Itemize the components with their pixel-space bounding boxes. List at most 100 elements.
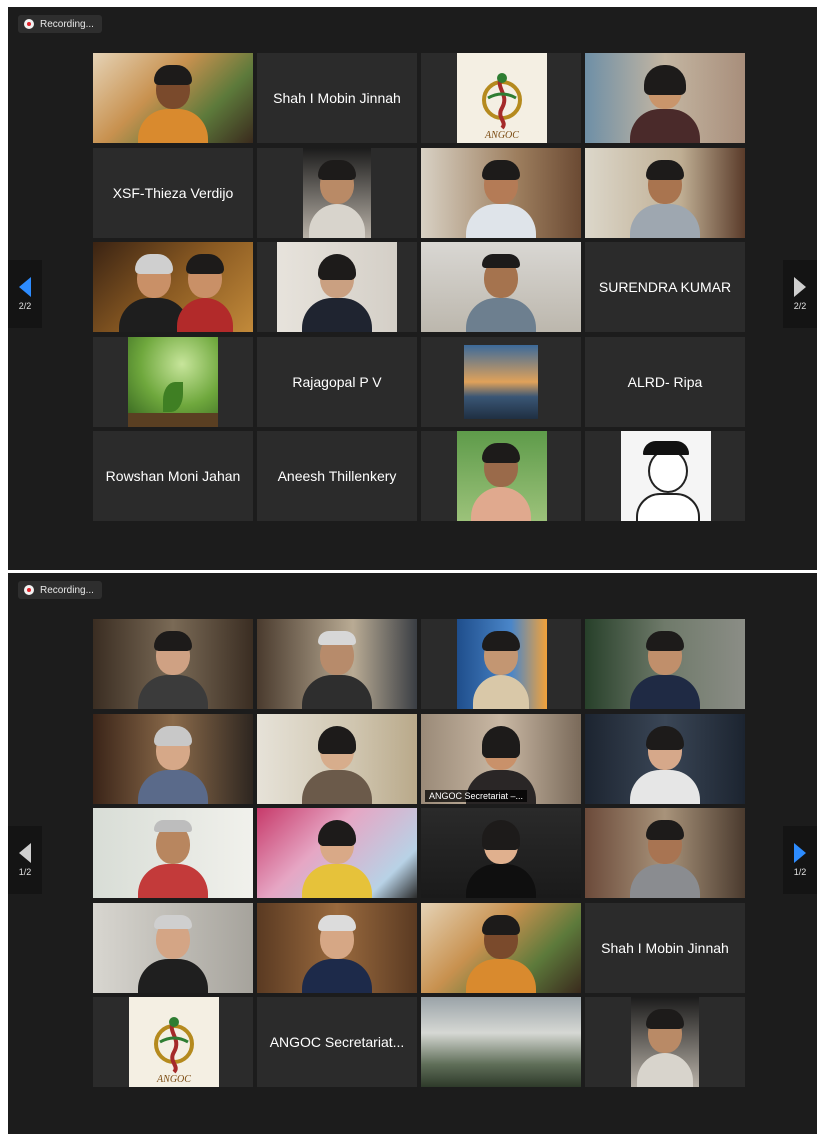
participant-silhouette: [630, 156, 700, 238]
participant-video[interactable]: [421, 903, 581, 993]
participant-video[interactable]: [257, 148, 417, 238]
participant-silhouette: [302, 911, 372, 993]
participant-video[interactable]: [93, 619, 253, 709]
previous-page-button[interactable]: 1/2: [8, 826, 42, 894]
participant-video[interactable]: [257, 903, 417, 993]
participant-name: Shah I Mobin Jinnah: [273, 90, 401, 106]
participant-video[interactable]: [421, 619, 581, 709]
participant-silhouette: [466, 156, 536, 238]
participant-silhouette: [177, 250, 233, 332]
participant-name: Rowshan Moni Jahan: [105, 468, 241, 484]
participant-silhouette: [637, 1005, 693, 1087]
next-page-button[interactable]: 2/2: [783, 260, 817, 328]
participant-video[interactable]: [93, 242, 253, 332]
participant-name: ANGOC Secretariat...: [269, 1034, 405, 1050]
participant-video[interactable]: [585, 148, 745, 238]
arrow-right-icon: [794, 277, 806, 297]
participant-silhouette: [630, 61, 700, 143]
participant-video[interactable]: [257, 714, 417, 804]
angoc-logo: ANGOC: [457, 53, 547, 143]
participant-video[interactable]: [93, 808, 253, 898]
participant-tile[interactable]: Rowshan Moni Jahan: [93, 431, 253, 521]
recording-indicator: Recording...: [18, 581, 102, 599]
participant-silhouette: [630, 722, 700, 804]
participant-video[interactable]: [421, 242, 581, 332]
participant-name: ALRD- Ripa: [627, 374, 703, 390]
participant-tile[interactable]: Rajagopal P V: [257, 337, 417, 427]
landscape-video: [421, 997, 581, 1087]
participant-silhouette: [302, 250, 372, 332]
participant-video[interactable]: [257, 242, 417, 332]
participant-silhouette: [630, 627, 700, 709]
participant-tile[interactable]: ANGOC: [421, 53, 581, 143]
record-icon: [24, 585, 34, 595]
participant-silhouette: [473, 627, 529, 709]
recording-label: Recording...: [40, 18, 94, 30]
page-indicator: 1/2: [18, 867, 32, 877]
angoc-emblem-icon: [154, 1017, 194, 1074]
participant-silhouette: [471, 439, 531, 521]
participant-video[interactable]: [93, 53, 253, 143]
participant-silhouette: [138, 61, 208, 143]
participant-video[interactable]: [93, 903, 253, 993]
sunset-avatar: [464, 345, 538, 419]
participant-silhouette: [138, 722, 208, 804]
participant-name: SURENDRA KUMAR: [598, 279, 732, 295]
previous-page-button[interactable]: 2/2: [8, 260, 42, 328]
next-page-button[interactable]: 1/2: [783, 826, 817, 894]
participant-video[interactable]: [421, 148, 581, 238]
participant-video[interactable]: [585, 53, 745, 143]
participant-name: Aneesh Thillenkery: [277, 468, 397, 484]
participant-video[interactable]: [585, 619, 745, 709]
angoc-emblem-icon: [482, 73, 522, 130]
participant-video[interactable]: [257, 619, 417, 709]
participant-silhouette: [302, 816, 372, 898]
participant-silhouette: [630, 816, 700, 898]
participant-tile[interactable]: [93, 337, 253, 427]
participant-video[interactable]: [421, 808, 581, 898]
participant-name: Rajagopal P V: [292, 374, 382, 390]
page-indicator: 2/2: [793, 301, 807, 311]
participant-name: XSF-Thieza Verdijo: [112, 185, 234, 201]
participant-tile[interactable]: [585, 431, 745, 521]
meeting-gallery-page-2: Recording... Shah I Mobin Jinnah ANGOC X…: [8, 7, 817, 570]
arrow-right-icon: [794, 843, 806, 863]
participant-video[interactable]: [585, 808, 745, 898]
page-indicator: 2/2: [18, 301, 32, 311]
participant-silhouette: [309, 156, 365, 238]
participant-silhouette: [466, 911, 536, 993]
recording-indicator: Recording...: [18, 15, 102, 33]
participant-silhouette: [138, 816, 208, 898]
participant-silhouette: [466, 816, 536, 898]
plant-avatar: [128, 337, 218, 427]
active-speaker-tile[interactable]: ANGOC Secretariat –...: [421, 714, 581, 804]
participant-silhouette: [138, 911, 208, 993]
sketch-avatar: [621, 431, 711, 521]
participant-tile[interactable]: Shah I Mobin Jinnah: [585, 903, 745, 993]
page-indicator: 1/2: [793, 867, 807, 877]
participant-tile[interactable]: [421, 337, 581, 427]
participant-tile[interactable]: Aneesh Thillenkery: [257, 431, 417, 521]
participant-video[interactable]: [585, 714, 745, 804]
angoc-logo: ANGOC: [129, 997, 219, 1087]
participant-silhouette: [302, 627, 372, 709]
meeting-gallery-page-1: Recording... ANGOC Secretariat –... Shah…: [8, 573, 817, 1134]
participant-name: ANGOC Secretariat –...: [425, 790, 528, 802]
participant-tile[interactable]: ANGOC: [93, 997, 253, 1087]
participant-tile[interactable]: ANGOC Secretariat...: [257, 997, 417, 1087]
participant-silhouette: [466, 250, 536, 332]
participant-video[interactable]: [257, 808, 417, 898]
participant-tile[interactable]: XSF-Thieza Verdijo: [93, 148, 253, 238]
participant-tile[interactable]: ALRD- Ripa: [585, 337, 745, 427]
participant-video[interactable]: [585, 997, 745, 1087]
arrow-left-icon: [19, 843, 31, 863]
participant-video[interactable]: [421, 997, 581, 1087]
participant-silhouette: [138, 627, 208, 709]
recording-label: Recording...: [40, 584, 94, 596]
arrow-left-icon: [19, 277, 31, 297]
participant-tile[interactable]: SURENDRA KUMAR: [585, 242, 745, 332]
participant-tile[interactable]: [421, 431, 581, 521]
participant-video[interactable]: [93, 714, 253, 804]
record-icon: [24, 19, 34, 29]
participant-tile[interactable]: Shah I Mobin Jinnah: [257, 53, 417, 143]
